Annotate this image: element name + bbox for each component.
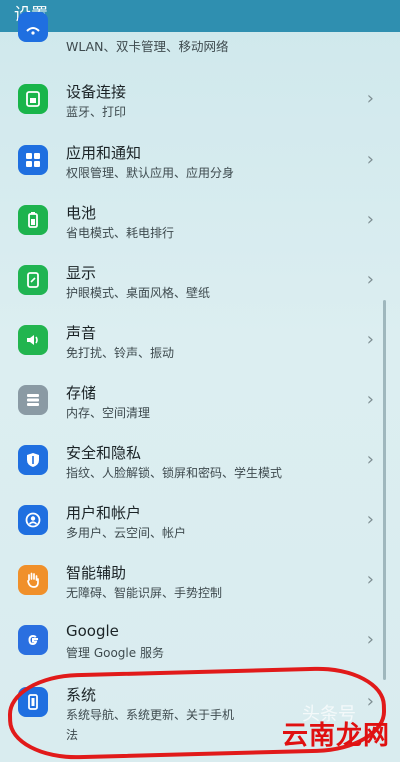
settings-item-subtitle: 省电模式、耗电排行 bbox=[66, 226, 175, 240]
settings-item-7[interactable]: 用户和帐户多用户、云空间、帐户 › bbox=[0, 491, 400, 551]
settings-item-title: Google bbox=[66, 622, 119, 640]
settings-item-2[interactable]: 电池省电模式、耗电排行 › bbox=[0, 191, 400, 251]
settings-item-network-subtitle: WLAN、双卡管理、移动网络 bbox=[66, 39, 229, 54]
settings-item-6[interactable]: 安全和隐私指纹、人脸解锁、锁屏和密码、学生模式 › bbox=[0, 431, 400, 491]
chevron-right-icon: › bbox=[366, 449, 374, 470]
settings-item-title: 电池 bbox=[66, 204, 97, 222]
settings-item-0[interactable]: 设备连接蓝牙、打印 › bbox=[0, 70, 400, 130]
settings-item-subtitle: 管理 Google 服务 bbox=[66, 646, 164, 660]
hand-icon bbox=[18, 565, 48, 595]
settings-item-subtitle: 蓝牙、打印 bbox=[66, 105, 127, 119]
settings-item-3[interactable]: 显示护眼模式、桌面风格、壁纸 › bbox=[0, 251, 400, 311]
chevron-right-icon: › bbox=[366, 629, 374, 650]
settings-item-subtitle: 指纹、人脸解锁、锁屏和密码、学生模式 bbox=[66, 466, 283, 480]
settings-item-title: 设备连接 bbox=[66, 83, 127, 101]
settings-item-subtitle: 内存、空间清理 bbox=[66, 406, 151, 420]
settings-item-5[interactable]: 存储内存、空间清理 › bbox=[0, 371, 400, 431]
chevron-right-icon: › bbox=[366, 149, 374, 170]
chevron-right-icon: › bbox=[366, 569, 374, 590]
chevron-right-icon: › bbox=[366, 509, 374, 530]
settings-item-network[interactable]: WLAN、双卡管理、移动网络 bbox=[0, 12, 400, 60]
apps-grid-icon bbox=[18, 145, 48, 175]
settings-item-subtitle: 多用户、云空间、帐户 bbox=[66, 526, 187, 540]
chevron-right-icon: › bbox=[366, 329, 374, 350]
settings-screen: 设置 WLAN、双卡管理、移动网络 设备连接蓝牙、打印›应用和通知权限管理、默认… bbox=[0, 0, 400, 762]
settings-item-title: 存储 bbox=[66, 384, 97, 402]
settings-item-title: 用户和帐户 bbox=[66, 504, 142, 522]
settings-item-title: 应用和通知 bbox=[66, 144, 142, 162]
storage-icon bbox=[18, 385, 48, 415]
shield-icon bbox=[18, 445, 48, 475]
settings-item-4[interactable]: 声音免打扰、铃声、振动 › bbox=[0, 311, 400, 371]
settings-item-subtitle: 无障碍、智能识屏、手势控制 bbox=[66, 586, 223, 600]
settings-item-subtitle: 权限管理、默认应用、应用分身 bbox=[66, 166, 235, 180]
chevron-right-icon: › bbox=[366, 389, 374, 410]
settings-item-title: 声音 bbox=[66, 324, 97, 342]
chevron-right-icon: › bbox=[366, 88, 374, 109]
speaker-icon bbox=[18, 325, 48, 355]
display-icon bbox=[18, 265, 48, 295]
watermark: 云南龙网 bbox=[281, 721, 390, 751]
scrollbar[interactable] bbox=[383, 300, 386, 680]
settings-item-title: 显示 bbox=[66, 264, 97, 282]
chevron-right-icon: › bbox=[366, 209, 374, 230]
settings-item-title: 安全和隐私 bbox=[66, 444, 142, 462]
settings-item-8[interactable]: 智能辅助无障碍、智能识屏、手势控制 › bbox=[0, 551, 400, 611]
battery-icon bbox=[18, 205, 48, 235]
settings-item-1[interactable]: 应用和通知权限管理、默认应用、应用分身 › bbox=[0, 131, 400, 191]
settings-item-9[interactable]: Google 管理 Google 服务 › bbox=[0, 611, 400, 671]
google-g-icon bbox=[18, 625, 48, 655]
chevron-right-icon: › bbox=[366, 269, 374, 290]
wifi-icon bbox=[18, 12, 48, 42]
settings-item-title: 智能辅助 bbox=[66, 564, 127, 582]
settings-item-subtitle: 免打扰、铃声、振动 bbox=[66, 346, 175, 360]
settings-item-subtitle: 护眼模式、桌面风格、壁纸 bbox=[66, 286, 211, 300]
user-icon bbox=[18, 505, 48, 535]
device-connect-icon bbox=[18, 84, 48, 114]
